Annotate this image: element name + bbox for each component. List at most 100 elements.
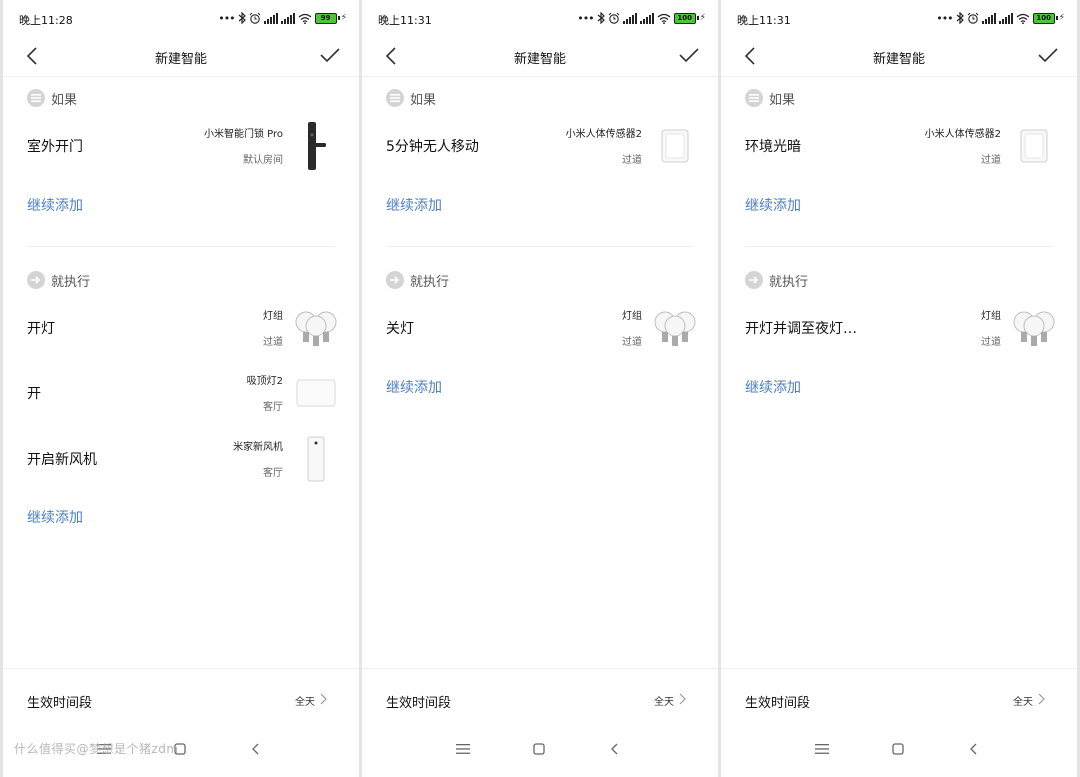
menu-icon[interactable] [815,743,829,755]
page-title: 新建智能 [154,52,207,67]
room-name: 过道 [622,337,642,348]
signal-icon [263,12,278,24]
nav-back-icon[interactable] [251,743,259,755]
action-row[interactable]: 开灯并调至夜灯… 灯组 过道 [721,298,1077,358]
status-icons: ••• 100 ⚡ [936,8,1065,28]
room-name: 默认房间 [243,155,283,166]
effective-period-value: 全天 [295,697,315,708]
add-action-link[interactable]: 继续添加 [745,377,801,397]
status-bar: 晚上11:31 ••• 100 ⚡ [721,0,1077,36]
then-label: 就执行 [769,274,809,290]
bluetooth-icon [956,12,964,24]
title-bar: 新建智能 [721,36,1077,77]
battery-level: 100 [1032,12,1055,24]
effective-period-value: 全天 [654,697,674,708]
signal-icon [998,12,1013,24]
action-name: 开灯 [27,321,55,337]
divider [27,246,335,247]
light-bulbs-icon [650,304,700,352]
condition-row[interactable]: 室外开门 小米智能门锁 Pro 默认房间 [3,116,359,176]
condition-row[interactable]: 5分钟无人移动 小米人体传感器2 过道 [362,116,718,176]
arrow-right-icon [386,271,404,289]
status-time: 晚上11:31 [378,14,432,27]
add-condition-link[interactable]: 继续添加 [745,195,801,215]
device-name: 小米人体传感器2 [924,129,1001,140]
device-name: 米家新风机 [233,442,283,453]
system-nav-bar [362,731,718,777]
battery-level: 100 [673,12,696,24]
page-title: 新建智能 [872,52,925,67]
effective-period-row[interactable]: 生效时间段 全天 [3,668,359,731]
action-name: 开启新风机 [27,452,97,468]
phone-screen-1: 晚上11:28 ••• 99 ⚡ 新建智能 如果 室外开门 小米智能门锁 Pro… [3,0,359,777]
divider [745,246,1053,247]
condition-name: 环境光暗 [745,139,801,155]
then-label: 就执行 [51,274,91,290]
room-name: 过道 [263,337,283,348]
if-section-header: 如果 [745,88,795,108]
effective-period-label: 生效时间段 [27,696,93,711]
phone-screen-3: 晚上11:31 ••• 100 ⚡ 新建智能 如果 环境光暗 小米人体传感器2 … [721,0,1077,777]
add-action-link[interactable]: 继续添加 [27,507,83,527]
signal-icon [639,12,654,24]
effective-period-row[interactable]: 生效时间段 全天 [362,668,718,731]
chevron-right-icon [320,693,327,705]
device-name: 灯组 [981,311,1001,322]
add-action-link[interactable]: 继续添加 [386,377,442,397]
add-condition-link[interactable]: 继续添加 [27,195,83,215]
battery-icon: 100 ⚡ [673,12,706,24]
action-row[interactable]: 开灯 灯组 过道 [3,298,359,358]
list-icon [27,89,45,107]
confirm-check-icon[interactable] [678,46,700,64]
watermark: 什么值得买@梦想是个猪zdm [14,742,179,756]
nav-back-icon[interactable] [969,743,977,755]
if-section-header: 如果 [386,88,436,108]
signal-icon [280,12,295,24]
confirm-check-icon[interactable] [319,46,341,64]
home-square-icon[interactable] [533,743,545,755]
wifi-icon [298,13,312,24]
air-purifier-icon [291,435,341,483]
condition-row[interactable]: 环境光暗 小米人体传感器2 过道 [721,116,1077,176]
action-name: 关灯 [386,321,414,337]
chevron-right-icon [1038,693,1045,705]
signal-icon [622,12,637,24]
room-name: 过道 [981,155,1001,166]
device-name: 灯组 [263,311,283,322]
effective-period-label: 生效时间段 [745,696,811,711]
battery-level: 99 [314,12,337,24]
action-row[interactable]: 关灯 灯组 过道 [362,298,718,358]
nav-back-icon[interactable] [610,743,618,755]
home-square-icon[interactable] [892,743,904,755]
more-dots-icon: ••• [936,11,953,25]
if-label: 如果 [51,92,78,108]
light-bulbs-icon [1009,304,1059,352]
status-bar: 晚上11:31 ••• 100 ⚡ [362,0,718,36]
signal-icon [981,12,996,24]
action-row[interactable]: 开 吸顶灯2 客厅 [3,363,359,423]
battery-icon: 99 ⚡ [314,12,347,24]
arrow-right-icon [27,271,45,289]
wifi-icon [1016,13,1030,24]
then-section-header: 就执行 [27,270,90,290]
action-row[interactable]: 开启新风机 米家新风机 客厅 [3,429,359,489]
condition-name: 室外开门 [27,139,83,155]
confirm-check-icon[interactable] [1037,46,1059,64]
light-bulbs-icon [291,304,341,352]
phone-screen-2: 晚上11:31 ••• 100 ⚡ 新建智能 如果 5分钟无人移动 小米人体传感… [362,0,718,777]
title-bar: 新建智能 [3,36,359,77]
status-time: 晚上11:31 [737,14,791,27]
door-lock-icon [291,122,341,170]
alarm-icon [608,12,620,24]
if-label: 如果 [769,92,796,108]
menu-icon[interactable] [456,743,470,755]
room-name: 过道 [622,155,642,166]
wifi-icon [657,13,671,24]
battery-icon: 100 ⚡ [1032,12,1065,24]
alarm-icon [249,12,261,24]
effective-period-row[interactable]: 生效时间段 全天 [721,668,1077,731]
device-name: 吸顶灯2 [246,376,283,387]
if-label: 如果 [410,92,437,108]
status-icons: ••• 99 ⚡ [218,8,347,28]
add-condition-link[interactable]: 继续添加 [386,195,442,215]
